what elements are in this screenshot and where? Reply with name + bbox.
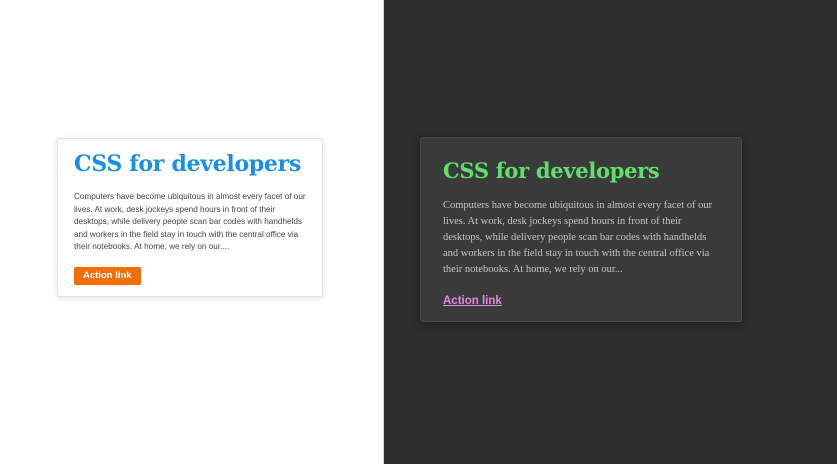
light-action-button[interactable]: Action link bbox=[74, 266, 141, 285]
light-card-body: Computers have become ubiquitous in almo… bbox=[74, 192, 306, 251]
dark-card-title: CSS for developers bbox=[443, 158, 660, 183]
dark-card-body: Computers have become ubiquitous in almo… bbox=[443, 200, 713, 275]
light-card: CSS for developers Computers have become… bbox=[57, 138, 323, 297]
dark-action-link[interactable]: Action link bbox=[443, 295, 502, 307]
light-theme-pane: CSS for developers Computers have become… bbox=[0, 0, 384, 464]
light-card-title: CSS for developers bbox=[74, 151, 301, 177]
dark-card: CSS for developers Computers have become… bbox=[420, 137, 742, 322]
